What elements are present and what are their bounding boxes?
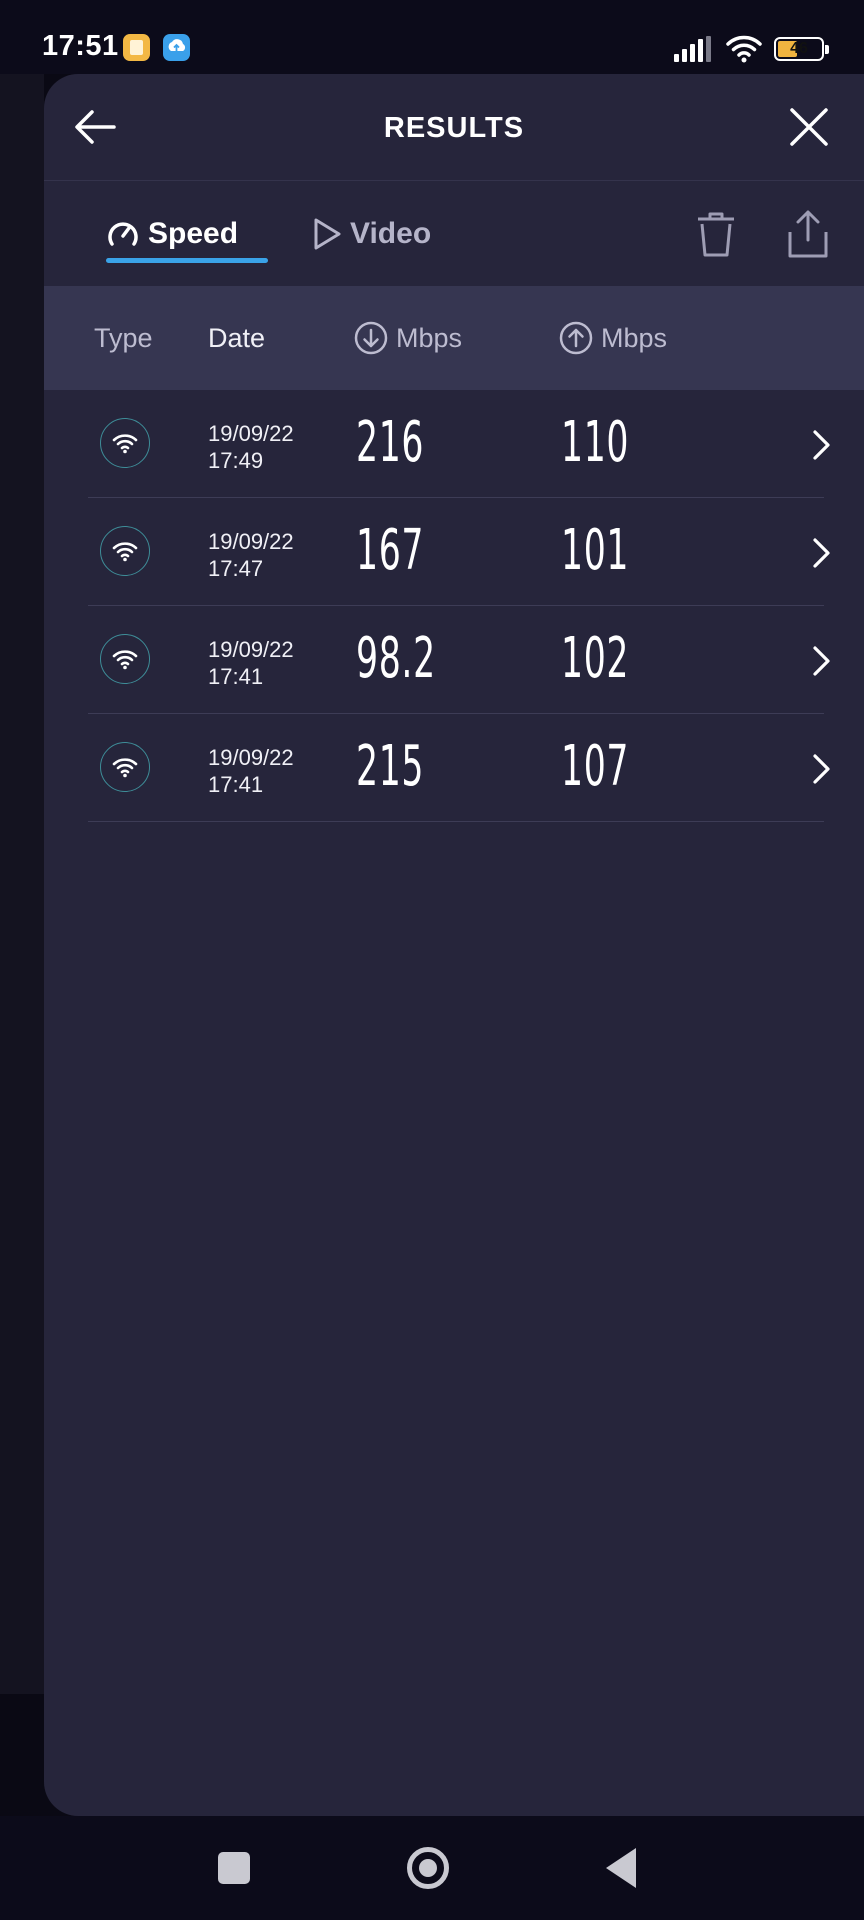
wifi-icon bbox=[112, 758, 138, 778]
column-upload-label: Mbps bbox=[601, 322, 668, 353]
connection-type-badge bbox=[100, 742, 150, 792]
page-title: RESULTS bbox=[383, 112, 525, 144]
result-upload: 101 bbox=[561, 518, 630, 583]
wifi-icon bbox=[112, 434, 138, 454]
result-row[interactable]: 19/09/22 17:41 98.2 102 bbox=[44, 606, 864, 714]
results-list: 19/09/22 17:49 216 110 19/09/22 17:47 16… bbox=[44, 390, 864, 822]
results-panel: RESULTS Speed Video Type Date Mbps Mbps … bbox=[44, 74, 864, 1816]
column-type: Type bbox=[94, 322, 153, 353]
result-download: 98.2 bbox=[356, 626, 436, 691]
download-arrow-icon bbox=[354, 321, 388, 355]
status-time: 17:51 bbox=[42, 30, 119, 62]
system-navigation-bar bbox=[0, 1816, 864, 1920]
result-date: 19/09/22 bbox=[208, 745, 294, 770]
result-time: 17:41 bbox=[208, 772, 264, 797]
connection-type-badge bbox=[100, 418, 150, 468]
result-row[interactable]: 19/09/22 17:41 215 107 bbox=[44, 714, 864, 822]
status-bar: 17:51 46 bbox=[0, 0, 864, 74]
share-button[interactable] bbox=[784, 208, 832, 260]
result-upload: 102 bbox=[561, 626, 630, 691]
result-download: 215 bbox=[356, 734, 425, 799]
speedometer-icon bbox=[108, 222, 138, 246]
tab-bar: Speed Video bbox=[44, 180, 864, 286]
wifi-icon bbox=[112, 650, 138, 670]
column-date: Date bbox=[208, 322, 266, 353]
result-date: 19/09/22 bbox=[208, 421, 294, 446]
result-datetime: 19/09/22 17:47 bbox=[208, 528, 294, 582]
row-divider bbox=[88, 821, 824, 822]
connection-type-badge bbox=[100, 526, 150, 576]
chevron-right-icon[interactable] bbox=[806, 536, 836, 570]
recent-apps-button[interactable] bbox=[218, 1852, 250, 1884]
wifi-icon bbox=[112, 542, 138, 562]
chevron-right-icon[interactable] bbox=[806, 644, 836, 678]
play-icon bbox=[314, 218, 341, 250]
trash-icon bbox=[698, 212, 734, 257]
active-tab-indicator bbox=[106, 258, 268, 263]
battery-icon: 46 bbox=[774, 37, 829, 61]
column-download: Mbps bbox=[354, 286, 462, 390]
result-download: 167 bbox=[356, 518, 425, 583]
result-datetime: 19/09/22 17:41 bbox=[208, 744, 294, 798]
upload-app-icon bbox=[163, 34, 190, 61]
tab-speed[interactable]: Speed bbox=[106, 204, 238, 264]
home-button[interactable] bbox=[407, 1847, 449, 1889]
close-icon bbox=[790, 108, 828, 146]
delete-button[interactable] bbox=[692, 210, 740, 260]
column-upload: Mbps bbox=[559, 286, 667, 390]
result-row[interactable]: 19/09/22 17:47 167 101 bbox=[44, 498, 864, 606]
column-download-label: Mbps bbox=[396, 322, 463, 353]
upload-arrow-icon bbox=[559, 321, 593, 355]
result-time: 17:49 bbox=[208, 448, 264, 473]
share-icon bbox=[788, 210, 828, 258]
result-date: 19/09/22 bbox=[208, 529, 294, 554]
signal-icon bbox=[674, 36, 711, 62]
chevron-right-icon[interactable] bbox=[806, 428, 836, 462]
status-icons: 46 bbox=[674, 34, 829, 64]
background-app-edge-bottom bbox=[0, 1694, 44, 1816]
result-time: 17:47 bbox=[208, 556, 264, 581]
result-datetime: 19/09/22 17:49 bbox=[208, 420, 294, 474]
chevron-right-icon[interactable] bbox=[806, 752, 836, 786]
wifi-icon bbox=[726, 35, 762, 63]
result-date: 19/09/22 bbox=[208, 637, 294, 662]
background-app-edge bbox=[0, 74, 44, 1694]
connection-type-badge bbox=[100, 634, 150, 684]
tab-video-label: Video bbox=[350, 217, 432, 250]
close-button[interactable] bbox=[786, 104, 832, 150]
result-upload: 107 bbox=[561, 734, 630, 799]
tab-speed-label: Speed bbox=[148, 217, 239, 250]
result-download: 216 bbox=[356, 410, 425, 475]
result-row[interactable]: 19/09/22 17:49 216 110 bbox=[44, 390, 864, 498]
tab-video[interactable]: Video bbox=[312, 204, 431, 264]
result-time: 17:41 bbox=[208, 664, 264, 689]
result-datetime: 19/09/22 17:41 bbox=[208, 636, 294, 690]
results-table-header: Type Date Mbps Mbps bbox=[44, 286, 864, 390]
header: RESULTS bbox=[44, 74, 864, 181]
notes-app-icon bbox=[123, 34, 150, 61]
battery-level: 46 bbox=[790, 40, 808, 57]
system-back-button[interactable] bbox=[606, 1848, 636, 1888]
result-upload: 110 bbox=[561, 410, 630, 475]
